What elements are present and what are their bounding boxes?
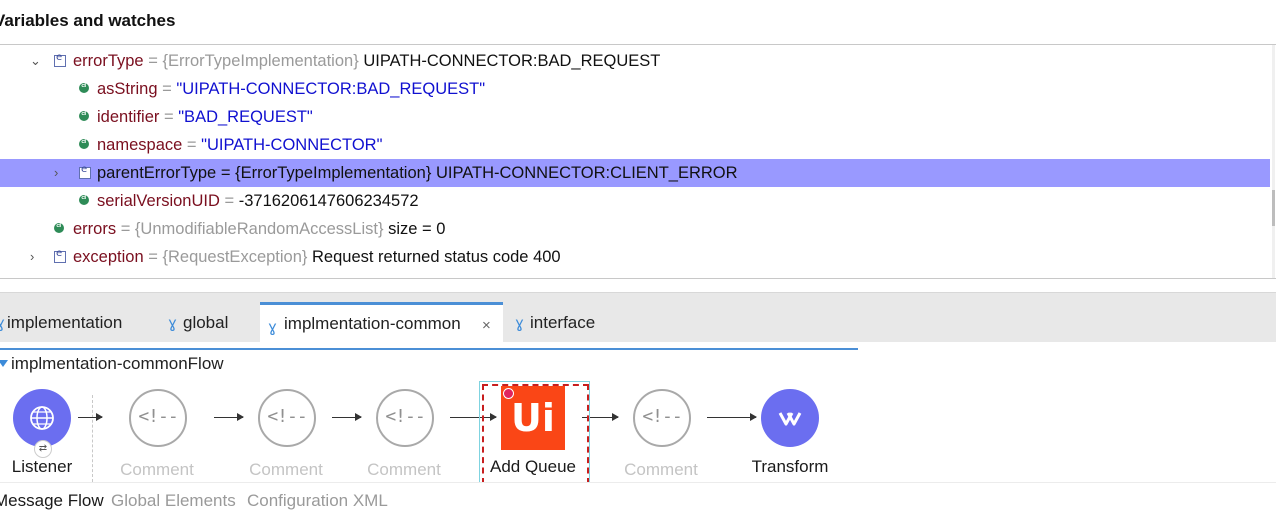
var-value: "UIPATH-CONNECTOR" <box>201 136 383 154</box>
tab-global[interactable]: ɣ global <box>162 301 254 343</box>
comment-node[interactable]: <!-- <box>633 389 691 447</box>
node-label-add-queue: Add Queue <box>489 457 576 476</box>
entity-icon <box>54 52 66 67</box>
flow-connector <box>214 413 244 421</box>
caret-down-icon[interactable] <box>0 360 8 367</box>
flow-title: implmentation-commonFlow <box>11 354 224 373</box>
var-value: size = 0 <box>388 220 446 238</box>
tab-implmentation-common[interactable]: ɣ implmentation-common × <box>260 302 503 346</box>
flow-connector <box>707 413 757 421</box>
variables-panel-header: Variables and watches <box>0 0 1276 45</box>
attribute-icon <box>79 192 89 205</box>
transform-node[interactable] <box>761 389 819 447</box>
var-value: UIPATH-CONNECTOR:BAD_REQUEST <box>363 52 661 70</box>
breakpoint-icon[interactable] <box>503 388 514 399</box>
comment-icon: <!-- <box>138 406 178 427</box>
tab-interface[interactable]: ɣ interface <box>510 301 620 343</box>
flow-connector <box>332 413 362 421</box>
node-label-comment: Comment <box>624 460 698 479</box>
comment-icon: <!-- <box>642 406 682 427</box>
chevron-down-icon[interactable]: ⌄ <box>30 53 42 69</box>
tab-configuration-xml[interactable]: Configuration XML <box>247 491 388 511</box>
var-type: {UnmodifiableRandomAccessList} <box>134 220 384 238</box>
mule-config-icon: ɣ <box>0 314 5 332</box>
tree-row-errorType[interactable]: ⌄ errorType = {ErrorTypeImplementation} … <box>0 47 1270 75</box>
var-type: {ErrorTypeImplementation} <box>235 164 432 182</box>
tree-row-namespace[interactable]: namespace = "UIPATH-CONNECTOR" <box>0 131 1270 159</box>
flow-connector <box>78 413 103 421</box>
attribute-icon <box>79 136 89 149</box>
comment-icon: <!-- <box>267 406 307 427</box>
var-value: -3716206147606234572 <box>238 192 419 210</box>
entity-icon <box>54 248 66 263</box>
mule-config-icon: ɣ <box>268 318 277 336</box>
var-value: "BAD_REQUEST" <box>178 108 313 126</box>
variables-scrollbar-thumb[interactable] <box>1272 190 1275 226</box>
listener-node[interactable] <box>13 389 71 447</box>
var-name: namespace <box>97 136 183 154</box>
var-type: {ErrorTypeImplementation} <box>162 52 359 70</box>
close-icon[interactable]: × <box>482 317 491 334</box>
mule-config-icon: ɣ <box>515 314 524 332</box>
chevron-right-icon[interactable]: › <box>30 249 42 265</box>
tree-row-serialVersionUID[interactable]: serialVersionUID = -3716206147606234572 <box>0 187 1270 215</box>
node-label-transform: Transform <box>751 457 829 476</box>
var-name: parentErrorType <box>97 164 217 182</box>
var-name: serialVersionUID <box>97 192 220 210</box>
var-name: exception <box>73 248 144 266</box>
tab-message-flow[interactable]: Message Flow <box>0 491 104 511</box>
node-label-listener: Listener <box>11 457 73 476</box>
chevron-right-icon[interactable]: › <box>54 165 66 181</box>
var-name: errors <box>73 220 117 238</box>
var-sep: = <box>163 108 174 126</box>
var-name: asString <box>97 80 158 98</box>
tree-row-exception[interactable]: › exception = {RequestException} Request… <box>0 243 1270 271</box>
var-value: UIPATH-CONNECTOR:CLIENT_ERROR <box>435 164 738 182</box>
attribute-icon <box>54 220 64 233</box>
variables-scrollbar-track[interactable] <box>1272 45 1275 278</box>
var-sep: = <box>220 164 231 182</box>
var-name: identifier <box>97 108 160 126</box>
variables-panel-title: Variables and watches <box>0 11 176 30</box>
tab-implementation[interactable]: ɣ implementation <box>0 301 150 343</box>
var-name: errorType <box>73 52 144 70</box>
tab-global-elements[interactable]: Global Elements <box>111 491 236 511</box>
var-value: "UIPATH-CONNECTOR:BAD_REQUEST" <box>176 80 486 98</box>
tree-row-errors[interactable]: errors = {UnmodifiableRandomAccessList} … <box>0 215 1270 243</box>
comment-node[interactable]: <!-- <box>129 389 187 447</box>
source-divider <box>92 395 93 482</box>
node-label-comment: Comment <box>249 460 323 479</box>
tree-row-identifier[interactable]: identifier = "BAD_REQUEST" <box>0 103 1270 131</box>
editor-bottom-tabs: Message Flow Global Elements Configurati… <box>0 482 1276 518</box>
comment-node[interactable]: <!-- <box>258 389 316 447</box>
tree-row-asString[interactable]: asString = "UIPATH-CONNECTOR:BAD_REQUEST… <box>0 75 1270 103</box>
variables-tree: ⌄ errorType = {ErrorTypeImplementation} … <box>0 45 1276 279</box>
attribute-icon <box>79 108 89 121</box>
uipath-logo-icon: Ui <box>511 396 555 440</box>
mule-config-icon: ɣ <box>168 314 177 332</box>
transform-icon <box>778 412 802 426</box>
var-sep: = <box>162 80 172 98</box>
var-sep: = <box>224 192 235 210</box>
var-sep: = <box>120 220 131 238</box>
var-sep: = <box>148 52 158 70</box>
node-label-comment: Comment <box>367 460 441 479</box>
var-value: Request returned status code 400 <box>312 248 561 266</box>
var-sep: = <box>186 136 197 154</box>
var-sep: = <box>148 248 158 266</box>
tree-row-parentErrorType[interactable]: › parentErrorType = {ErrorTypeImplementa… <box>0 159 1270 187</box>
editor-tab-bar: ɣ implementation ɣ global ɣ implmentatio… <box>0 292 1276 346</box>
globe-icon <box>30 406 54 430</box>
attribute-icon <box>79 80 89 93</box>
node-label-comment: Comment <box>120 460 194 479</box>
var-type: {RequestException} <box>162 248 308 266</box>
entity-icon <box>79 164 91 179</box>
sync-badge-icon: ⇄ <box>34 440 52 458</box>
comment-node[interactable]: <!-- <box>376 389 434 447</box>
comment-icon: <!-- <box>385 406 425 427</box>
